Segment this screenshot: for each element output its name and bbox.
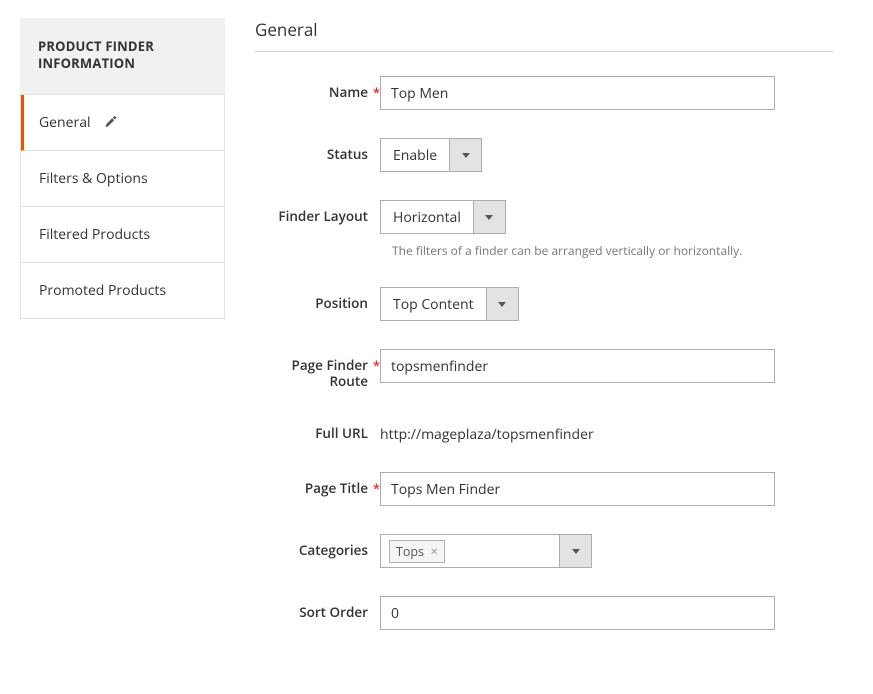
label-page-finder-route: Page Finder Route * [255, 349, 380, 389]
row-name: Name * [255, 76, 833, 110]
required-asterisk: * [373, 481, 380, 497]
label-name: Name * [255, 76, 380, 100]
finder-layout-select-value: Horizontal [381, 208, 473, 227]
sidebar-title: PRODUCT FINDER INFORMATION [20, 18, 225, 95]
status-select-value: Enable [381, 146, 449, 165]
chevron-down-icon [473, 201, 505, 233]
sidebar-item-general[interactable]: General [21, 95, 224, 151]
category-chip-label: Tops [396, 543, 424, 560]
page-finder-route-input[interactable] [380, 349, 775, 383]
position-select-value: Top Content [381, 295, 486, 314]
categories-multiselect[interactable]: Tops ✕ [380, 534, 592, 568]
sidebar-item-label: Promoted Products [39, 281, 166, 300]
finder-layout-select[interactable]: Horizontal [380, 200, 506, 234]
page-title-input[interactable] [380, 472, 775, 506]
sidebar-item-promoted-products[interactable]: Promoted Products [21, 263, 224, 318]
close-icon[interactable]: ✕ [430, 544, 438, 558]
sidebar: PRODUCT FINDER INFORMATION General Filte… [20, 18, 225, 630]
pencil-icon [103, 115, 117, 129]
label-sort-order: Sort Order [255, 596, 380, 620]
main-panel: General Name * Status Enable [255, 18, 853, 630]
section-title: General [255, 18, 833, 52]
row-finder-layout: Finder Layout Horizontal [255, 200, 833, 234]
label-categories: Categories [255, 534, 380, 558]
row-full-url: Full URL http://mageplaza/topsmenfinder [255, 417, 833, 444]
category-chip: Tops ✕ [389, 540, 445, 563]
sidebar-item-label: Filtered Products [39, 225, 150, 244]
label-full-url: Full URL [255, 417, 380, 441]
status-select[interactable]: Enable [380, 138, 482, 172]
row-position: Position Top Content [255, 287, 833, 321]
name-input[interactable] [380, 76, 775, 110]
sidebar-item-label: General [39, 113, 91, 132]
chevron-down-icon [559, 535, 591, 567]
required-asterisk: * [373, 358, 380, 374]
sidebar-item-label: Filters & Options [39, 169, 148, 188]
row-sort-order: Sort Order [255, 596, 833, 630]
chevron-down-icon [449, 139, 481, 171]
full-url-value: http://mageplaza/topsmenfinder [380, 417, 833, 444]
sidebar-item-filters-options[interactable]: Filters & Options [21, 151, 224, 207]
categories-tags: Tops ✕ [381, 540, 559, 563]
finder-layout-help: The filters of a finder can be arranged … [392, 242, 833, 259]
label-status: Status [255, 138, 380, 162]
required-asterisk: * [373, 85, 380, 101]
position-select[interactable]: Top Content [380, 287, 519, 321]
row-page-title: Page Title * [255, 472, 833, 506]
label-page-title: Page Title * [255, 472, 380, 496]
sidebar-tabs: General Filters & Options Filtered Produ… [20, 95, 225, 319]
label-finder-layout: Finder Layout [255, 200, 380, 224]
row-page-finder-route: Page Finder Route * [255, 349, 833, 389]
sort-order-input[interactable] [380, 596, 775, 630]
row-status: Status Enable [255, 138, 833, 172]
sidebar-item-filtered-products[interactable]: Filtered Products [21, 207, 224, 263]
label-position: Position [255, 287, 380, 311]
row-categories: Categories Tops ✕ [255, 534, 833, 568]
chevron-down-icon [486, 288, 518, 320]
